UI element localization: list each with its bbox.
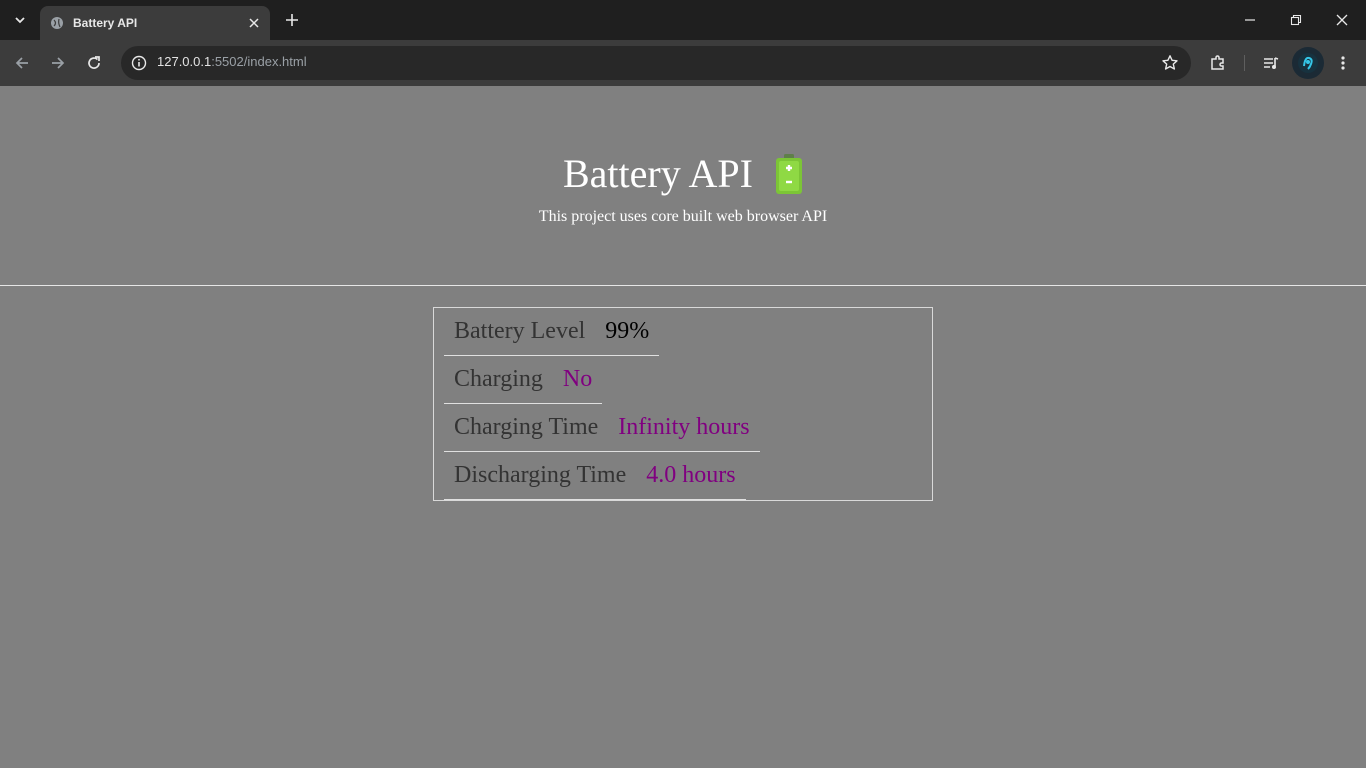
minimize-icon bbox=[1245, 19, 1255, 21]
media-controls-button[interactable] bbox=[1255, 47, 1287, 79]
minimize-button[interactable] bbox=[1230, 4, 1270, 36]
chevron-down-icon bbox=[15, 17, 25, 24]
stat-row-discharging-time: Discharging Time 4.0 hours bbox=[444, 452, 746, 500]
stat-label: Charging bbox=[454, 366, 543, 392]
url-host: 127.0.0.1 bbox=[157, 54, 212, 69]
restore-button[interactable] bbox=[1276, 4, 1316, 36]
stat-value-battery-level: 99% bbox=[605, 318, 650, 344]
toolbar-divider bbox=[1244, 55, 1245, 71]
battery-stats-card: Battery Level 99% Charging No Charging T… bbox=[433, 307, 933, 501]
profile-icon bbox=[1298, 53, 1318, 73]
site-info-button[interactable] bbox=[127, 51, 151, 75]
close-icon bbox=[1336, 14, 1348, 26]
new-tab-button[interactable] bbox=[280, 8, 304, 32]
page-subtitle: This project uses core built web browser… bbox=[538, 208, 828, 225]
back-button[interactable] bbox=[6, 47, 38, 79]
active-tab[interactable]: Battery API bbox=[40, 6, 270, 40]
arrow-left-icon bbox=[15, 57, 28, 69]
stat-value-charging: No bbox=[562, 366, 593, 392]
puzzle-icon bbox=[1211, 55, 1224, 70]
extensions-button[interactable] bbox=[1202, 47, 1234, 79]
window-close-button[interactable] bbox=[1322, 4, 1362, 36]
page-viewport: Battery API This project uses core built… bbox=[0, 86, 1366, 766]
profile-avatar[interactable] bbox=[1292, 47, 1324, 79]
url-path: :5502/index.html bbox=[211, 54, 307, 69]
bookmark-button[interactable] bbox=[1157, 50, 1183, 76]
tab-search-button[interactable] bbox=[6, 8, 34, 32]
stat-row-charging: Charging No bbox=[444, 356, 603, 404]
plus-icon bbox=[286, 14, 298, 26]
stat-row-battery-level: Battery Level 99% bbox=[444, 308, 660, 356]
arrow-right-icon bbox=[52, 57, 65, 69]
restore-icon bbox=[1290, 14, 1302, 26]
page-title: Battery API bbox=[563, 151, 753, 196]
tab-title: Battery API bbox=[73, 16, 138, 30]
menu-button[interactable] bbox=[1327, 47, 1359, 79]
stat-label: Battery Level bbox=[454, 318, 586, 344]
page-header: Battery API This project uses core built… bbox=[0, 86, 1366, 286]
more-vert-icon bbox=[1341, 56, 1345, 70]
stat-value-charging-time: Infinity hours bbox=[618, 414, 750, 440]
title-row: Battery API bbox=[0, 150, 1366, 197]
stat-value-discharging-time: 4.0 hours bbox=[646, 462, 736, 488]
stat-row-charging-time: Charging Time Infinity hours bbox=[444, 404, 760, 452]
battery-emoji-icon bbox=[775, 153, 803, 194]
stat-label: Charging Time bbox=[454, 414, 599, 440]
forward-button[interactable] bbox=[42, 47, 74, 79]
stat-label: Discharging Time bbox=[454, 462, 627, 488]
reload-icon bbox=[88, 56, 100, 69]
reload-button[interactable] bbox=[78, 47, 110, 79]
info-icon bbox=[131, 55, 147, 71]
browser-tab-bar: Battery API bbox=[0, 0, 1366, 40]
star-icon bbox=[1162, 55, 1178, 70]
address-bar[interactable]: 127.0.0.1:5502/index.html bbox=[121, 46, 1191, 80]
close-icon bbox=[249, 18, 259, 28]
globe-icon bbox=[50, 16, 64, 30]
playlist-icon bbox=[1264, 57, 1279, 69]
url-text: 127.0.0.1:5502/index.html bbox=[157, 54, 307, 69]
tab-close-button[interactable] bbox=[244, 13, 264, 33]
